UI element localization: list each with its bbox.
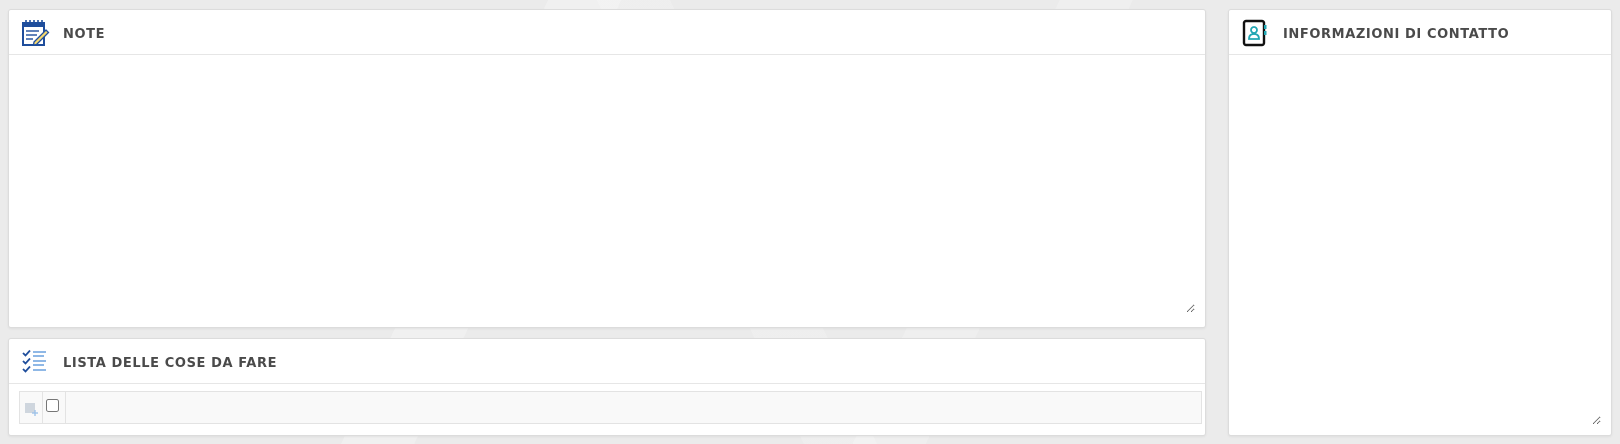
notes-textarea[interactable]: [19, 64, 1195, 313]
address-book-icon: [1240, 18, 1270, 48]
notes-title: NOTE: [63, 27, 106, 42]
todo-new-item-row: [19, 391, 1202, 424]
notes-panel: NOTE: [8, 9, 1206, 328]
notes-header: NOTE: [9, 10, 1205, 55]
todo-header: LISTA DELLE COSE DA FARE: [9, 339, 1205, 384]
contact-panel: INFORMAZIONI DI CONTATTO: [1228, 9, 1612, 436]
contact-header: INFORMAZIONI DI CONTATTO: [1229, 10, 1611, 55]
add-item-icon: [24, 401, 40, 421]
notepad-icon: [20, 18, 50, 48]
add-item-button[interactable]: [20, 392, 43, 423]
contact-textarea[interactable]: [1239, 64, 1601, 425]
checklist-icon: [20, 347, 50, 377]
todo-checkbox[interactable]: [46, 399, 59, 412]
todo-title: LISTA DELLE COSE DA FARE: [63, 356, 278, 371]
todo-panel: LISTA DELLE COSE DA FARE: [8, 338, 1206, 436]
todo-item-input[interactable]: [66, 392, 1201, 423]
todo-text-cell: [66, 392, 1201, 423]
contact-title: INFORMAZIONI DI CONTATTO: [1283, 27, 1510, 42]
contact-textarea-wrapper: [1239, 64, 1601, 425]
todo-checkbox-cell: [43, 392, 66, 423]
notes-textarea-wrapper: [19, 64, 1195, 313]
